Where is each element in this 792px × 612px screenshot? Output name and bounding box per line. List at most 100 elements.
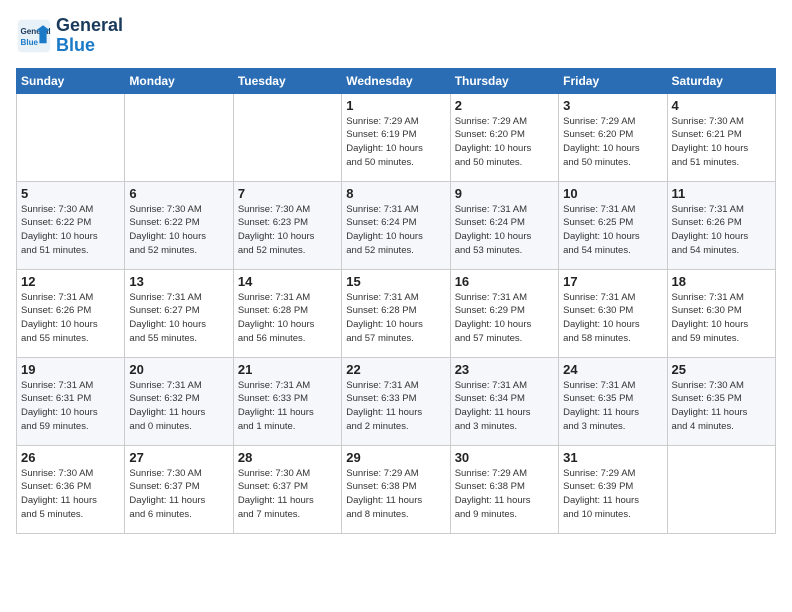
- calendar-cell: 7 Sunrise: 7:30 AM Sunset: 6:23 PM Daylig…: [233, 181, 341, 269]
- day-info: Sunrise: 7:31 AM Sunset: 6:25 PM Dayligh…: [563, 203, 662, 258]
- calendar-cell: 6 Sunrise: 7:30 AM Sunset: 6:22 PM Daylig…: [125, 181, 233, 269]
- day-info: Sunrise: 7:31 AM Sunset: 6:27 PM Dayligh…: [129, 291, 228, 346]
- weekday-header-monday: Monday: [125, 68, 233, 93]
- calendar-cell: 17 Sunrise: 7:31 AM Sunset: 6:30 PM Dayli…: [559, 269, 667, 357]
- day-info: Sunrise: 7:30 AM Sunset: 6:37 PM Dayligh…: [129, 467, 228, 522]
- day-info: Sunrise: 7:31 AM Sunset: 6:29 PM Dayligh…: [455, 291, 554, 346]
- calendar-cell: 3 Sunrise: 7:29 AM Sunset: 6:20 PM Daylig…: [559, 93, 667, 181]
- day-number: 9: [455, 186, 554, 201]
- day-info: Sunrise: 7:31 AM Sunset: 6:33 PM Dayligh…: [238, 379, 337, 434]
- weekday-header-wednesday: Wednesday: [342, 68, 450, 93]
- calendar-cell: [17, 93, 125, 181]
- calendar-cell: 11 Sunrise: 7:31 AM Sunset: 6:26 PM Dayli…: [667, 181, 775, 269]
- svg-text:Blue: Blue: [21, 38, 39, 47]
- calendar-cell: 5Sunrise: 7:30 AM Sunset: 6:22 PM Daylig…: [17, 181, 125, 269]
- day-number: 7: [238, 186, 337, 201]
- day-number: 18: [672, 274, 771, 289]
- day-info: Sunrise: 7:29 AM Sunset: 6:20 PM Dayligh…: [563, 115, 662, 170]
- calendar-cell: 14Sunrise: 7:31 AM Sunset: 6:28 PM Dayli…: [233, 269, 341, 357]
- day-number: 6: [129, 186, 228, 201]
- day-info: Sunrise: 7:31 AM Sunset: 6:26 PM Dayligh…: [672, 203, 771, 258]
- calendar-table: SundayMondayTuesdayWednesdayThursdayFrid…: [16, 68, 776, 534]
- day-number: 25: [672, 362, 771, 377]
- calendar-cell: 29 Sunrise: 7:29 AM Sunset: 6:38 PM Dayli…: [342, 445, 450, 533]
- calendar-cell: 18 Sunrise: 7:31 AM Sunset: 6:30 PM Dayli…: [667, 269, 775, 357]
- calendar-cell: 26 Sunrise: 7:30 AM Sunset: 6:36 PM Dayli…: [17, 445, 125, 533]
- day-number: 1: [346, 98, 445, 113]
- calendar-cell: 2 Sunrise: 7:29 AM Sunset: 6:20 PM Daylig…: [450, 93, 558, 181]
- logo-text: GeneralBlue: [56, 16, 123, 56]
- calendar-cell: 27 Sunrise: 7:30 AM Sunset: 6:37 PM Dayli…: [125, 445, 233, 533]
- calendar-cell: 23 Sunrise: 7:31 AM Sunset: 6:34 PM Dayli…: [450, 357, 558, 445]
- day-number: 12: [21, 274, 120, 289]
- calendar-cell: [233, 93, 341, 181]
- calendar-cell: 24 Sunrise: 7:31 AM Sunset: 6:35 PM Dayli…: [559, 357, 667, 445]
- calendar-cell: 22 Sunrise: 7:31 AM Sunset: 6:33 PM Dayli…: [342, 357, 450, 445]
- day-number: 28: [238, 450, 337, 465]
- logo: General Blue GeneralBlue: [16, 16, 123, 56]
- day-number: 2: [455, 98, 554, 113]
- day-info: Sunrise: 7:30 AM Sunset: 6:36 PM Dayligh…: [21, 467, 120, 522]
- calendar-cell: [667, 445, 775, 533]
- day-number: 17: [563, 274, 662, 289]
- day-info: Sunrise: 7:29 AM Sunset: 6:39 PM Dayligh…: [563, 467, 662, 522]
- day-info: Sunrise: 7:29 AM Sunset: 6:19 PM Dayligh…: [346, 115, 445, 170]
- day-number: 22: [346, 362, 445, 377]
- day-number: 20: [129, 362, 228, 377]
- calendar-cell: 20 Sunrise: 7:31 AM Sunset: 6:32 PM Dayli…: [125, 357, 233, 445]
- day-number: 24: [563, 362, 662, 377]
- calendar-cell: [125, 93, 233, 181]
- day-info: Sunrise: 7:29 AM Sunset: 6:38 PM Dayligh…: [346, 467, 445, 522]
- day-number: 16: [455, 274, 554, 289]
- calendar-cell: 12 Sunrise: 7:31 AM Sunset: 6:26 PM Dayli…: [17, 269, 125, 357]
- day-number: 5: [21, 186, 120, 201]
- day-number: 4: [672, 98, 771, 113]
- day-number: 23: [455, 362, 554, 377]
- calendar-cell: 9 Sunrise: 7:31 AM Sunset: 6:24 PM Daylig…: [450, 181, 558, 269]
- day-number: 8: [346, 186, 445, 201]
- day-number: 14: [238, 274, 337, 289]
- calendar-cell: 10 Sunrise: 7:31 AM Sunset: 6:25 PM Dayli…: [559, 181, 667, 269]
- day-number: 21: [238, 362, 337, 377]
- calendar-cell: 1 Sunrise: 7:29 AM Sunset: 6:19 PM Daylig…: [342, 93, 450, 181]
- day-info: Sunrise: 7:30 AM Sunset: 6:23 PM Dayligh…: [238, 203, 337, 258]
- day-number: 13: [129, 274, 228, 289]
- day-info: Sunrise: 7:31 AM Sunset: 6:32 PM Dayligh…: [129, 379, 228, 434]
- day-info: Sunrise: 7:31 AM Sunset: 6:33 PM Dayligh…: [346, 379, 445, 434]
- day-number: 19: [21, 362, 120, 377]
- day-number: 3: [563, 98, 662, 113]
- day-info: Sunrise: 7:30 AM Sunset: 6:37 PM Dayligh…: [238, 467, 337, 522]
- day-number: 26: [21, 450, 120, 465]
- calendar-cell: 16 Sunrise: 7:31 AM Sunset: 6:29 PM Dayli…: [450, 269, 558, 357]
- calendar-cell: 28 Sunrise: 7:30 AM Sunset: 6:37 PM Dayli…: [233, 445, 341, 533]
- weekday-header-friday: Friday: [559, 68, 667, 93]
- day-info: Sunrise: 7:29 AM Sunset: 6:20 PM Dayligh…: [455, 115, 554, 170]
- day-info: Sunrise: 7:31 AM Sunset: 6:30 PM Dayligh…: [672, 291, 771, 346]
- calendar-cell: 25Sunrise: 7:30 AM Sunset: 6:35 PM Dayli…: [667, 357, 775, 445]
- page-header: General Blue GeneralBlue: [16, 16, 776, 56]
- day-number: 31: [563, 450, 662, 465]
- day-number: 15: [346, 274, 445, 289]
- day-info: Sunrise: 7:31 AM Sunset: 6:28 PM Dayligh…: [346, 291, 445, 346]
- day-info: Sunrise: 7:30 AM Sunset: 6:21 PM Dayligh…: [672, 115, 771, 170]
- calendar-cell: 21 Sunrise: 7:31 AM Sunset: 6:33 PM Dayli…: [233, 357, 341, 445]
- calendar-cell: 30Sunrise: 7:29 AM Sunset: 6:38 PM Dayli…: [450, 445, 558, 533]
- day-info: Sunrise: 7:31 AM Sunset: 6:24 PM Dayligh…: [455, 203, 554, 258]
- day-info: Sunrise: 7:31 AM Sunset: 6:34 PM Dayligh…: [455, 379, 554, 434]
- day-number: 29: [346, 450, 445, 465]
- day-info: Sunrise: 7:31 AM Sunset: 6:30 PM Dayligh…: [563, 291, 662, 346]
- weekday-header-sunday: Sunday: [17, 68, 125, 93]
- calendar-cell: 31 Sunrise: 7:29 AM Sunset: 6:39 PM Dayli…: [559, 445, 667, 533]
- day-info: Sunrise: 7:31 AM Sunset: 6:35 PM Dayligh…: [563, 379, 662, 434]
- logo-icon: General Blue: [16, 18, 52, 54]
- day-info: Sunrise: 7:29 AM Sunset: 6:38 PM Dayligh…: [455, 467, 554, 522]
- day-info: Sunrise: 7:30 AM Sunset: 6:22 PM Dayligh…: [129, 203, 228, 258]
- weekday-header-thursday: Thursday: [450, 68, 558, 93]
- calendar-cell: 13 Sunrise: 7:31 AM Sunset: 6:27 PM Dayli…: [125, 269, 233, 357]
- day-number: 11: [672, 186, 771, 201]
- day-number: 27: [129, 450, 228, 465]
- calendar-cell: 15 Sunrise: 7:31 AM Sunset: 6:28 PM Dayli…: [342, 269, 450, 357]
- calendar-cell: 19Sunrise: 7:31 AM Sunset: 6:31 PM Dayli…: [17, 357, 125, 445]
- day-number: 10: [563, 186, 662, 201]
- day-info: Sunrise: 7:31 AM Sunset: 6:26 PM Dayligh…: [21, 291, 120, 346]
